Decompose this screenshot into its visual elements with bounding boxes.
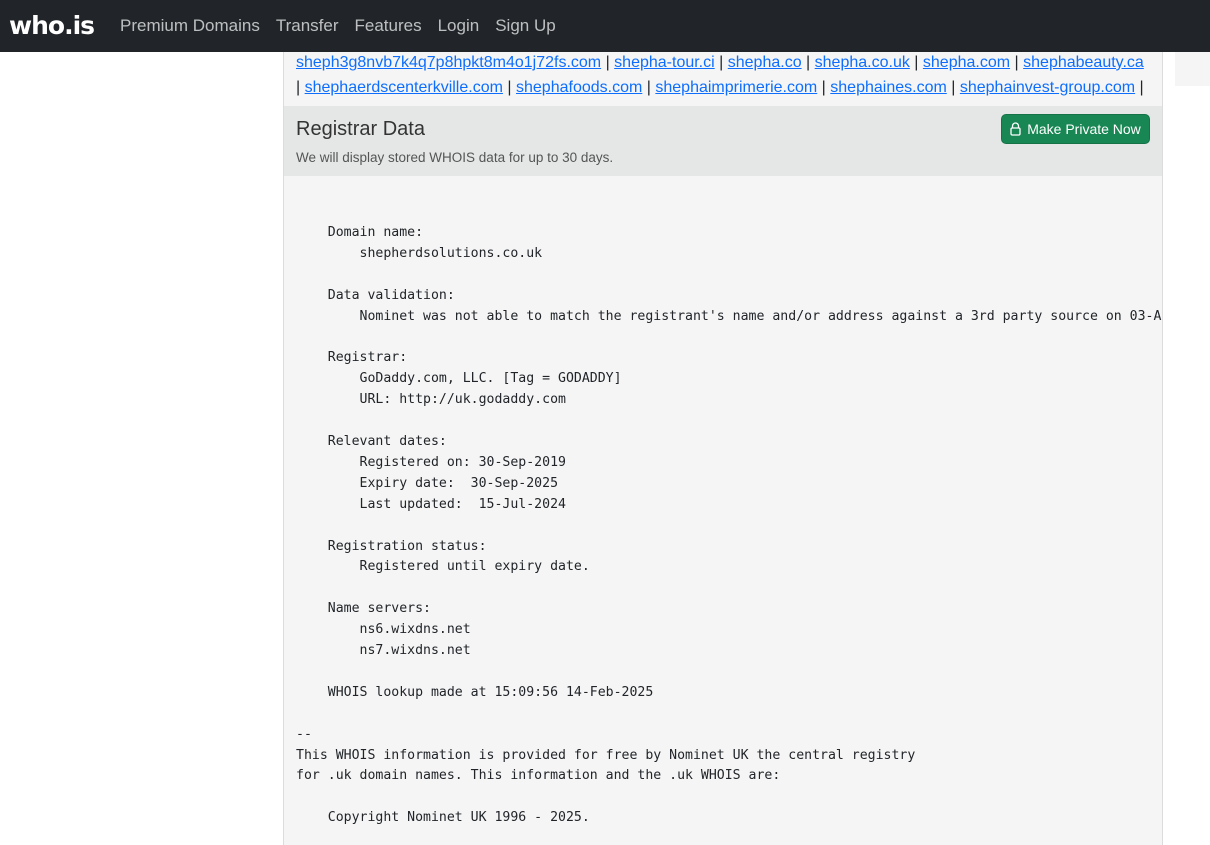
similar-domain-link[interactable]: shepha.co [728, 54, 802, 71]
nav-login[interactable]: Login [438, 0, 480, 52]
separator: | [646, 78, 651, 96]
separator: | [507, 78, 512, 96]
separator: | [605, 54, 610, 71]
lock-icon [1010, 122, 1021, 136]
right-column-stub [1175, 52, 1210, 86]
similar-domain-link[interactable]: shephafoods.com [516, 79, 642, 96]
similar-domain-link[interactable]: shepha.co.uk [815, 54, 910, 71]
separator: | [821, 78, 826, 96]
similar-domain-link[interactable]: shephabeauty.ca [1023, 54, 1144, 71]
registrar-data-title: Registrar Data [296, 118, 425, 140]
nav-premium-domains[interactable]: Premium Domains [120, 0, 260, 52]
similar-domain-link[interactable]: shepha.com [923, 54, 1010, 71]
similar-domains-list: sheph3g8nvb7k4q7p8hpkt8m4o1j72fs.com | s… [284, 52, 1162, 105]
make-private-now-button[interactable]: Make Private Now [1001, 114, 1150, 144]
registrar-data-header: Registrar Data We will display stored WH… [284, 106, 1162, 176]
top-navbar: who.is Premium Domains Transfer Features… [0, 0, 1210, 52]
separator: | [1014, 54, 1019, 71]
similar-domain-link[interactable]: shepha-tour.ci [614, 54, 715, 71]
separator: | [719, 54, 724, 71]
similar-domain-link[interactable]: shephainvest-group.com [960, 79, 1135, 96]
brand-logo[interactable]: who.is [9, 0, 95, 52]
similar-domain-link[interactable]: shephaines.com [830, 79, 947, 96]
separator: | [296, 78, 301, 96]
whois-raw-text: Domain name: shepherdsolutions.co.uk Dat… [296, 224, 1162, 826]
similar-domain-link[interactable]: shephaerdscenterkville.com [305, 79, 503, 96]
registrar-data-subtitle: We will display stored WHOIS data for up… [296, 150, 614, 165]
nav-transfer[interactable]: Transfer [276, 0, 339, 52]
make-private-label: Make Private Now [1027, 121, 1141, 137]
separator: | [806, 54, 811, 71]
similar-domain-link[interactable]: sheph3g8nvb7k4q7p8hpkt8m4o1j72fs.com [296, 54, 601, 71]
main-content: sheph3g8nvb7k4q7p8hpkt8m4o1j72fs.com | s… [283, 52, 1163, 845]
separator: | [914, 54, 919, 71]
similar-domain-link[interactable]: shephaimprimerie.com [655, 79, 817, 96]
separator: | [1139, 78, 1144, 96]
nav-sign-up[interactable]: Sign Up [495, 0, 555, 52]
separator: | [951, 78, 956, 96]
nav-features[interactable]: Features [355, 0, 422, 52]
